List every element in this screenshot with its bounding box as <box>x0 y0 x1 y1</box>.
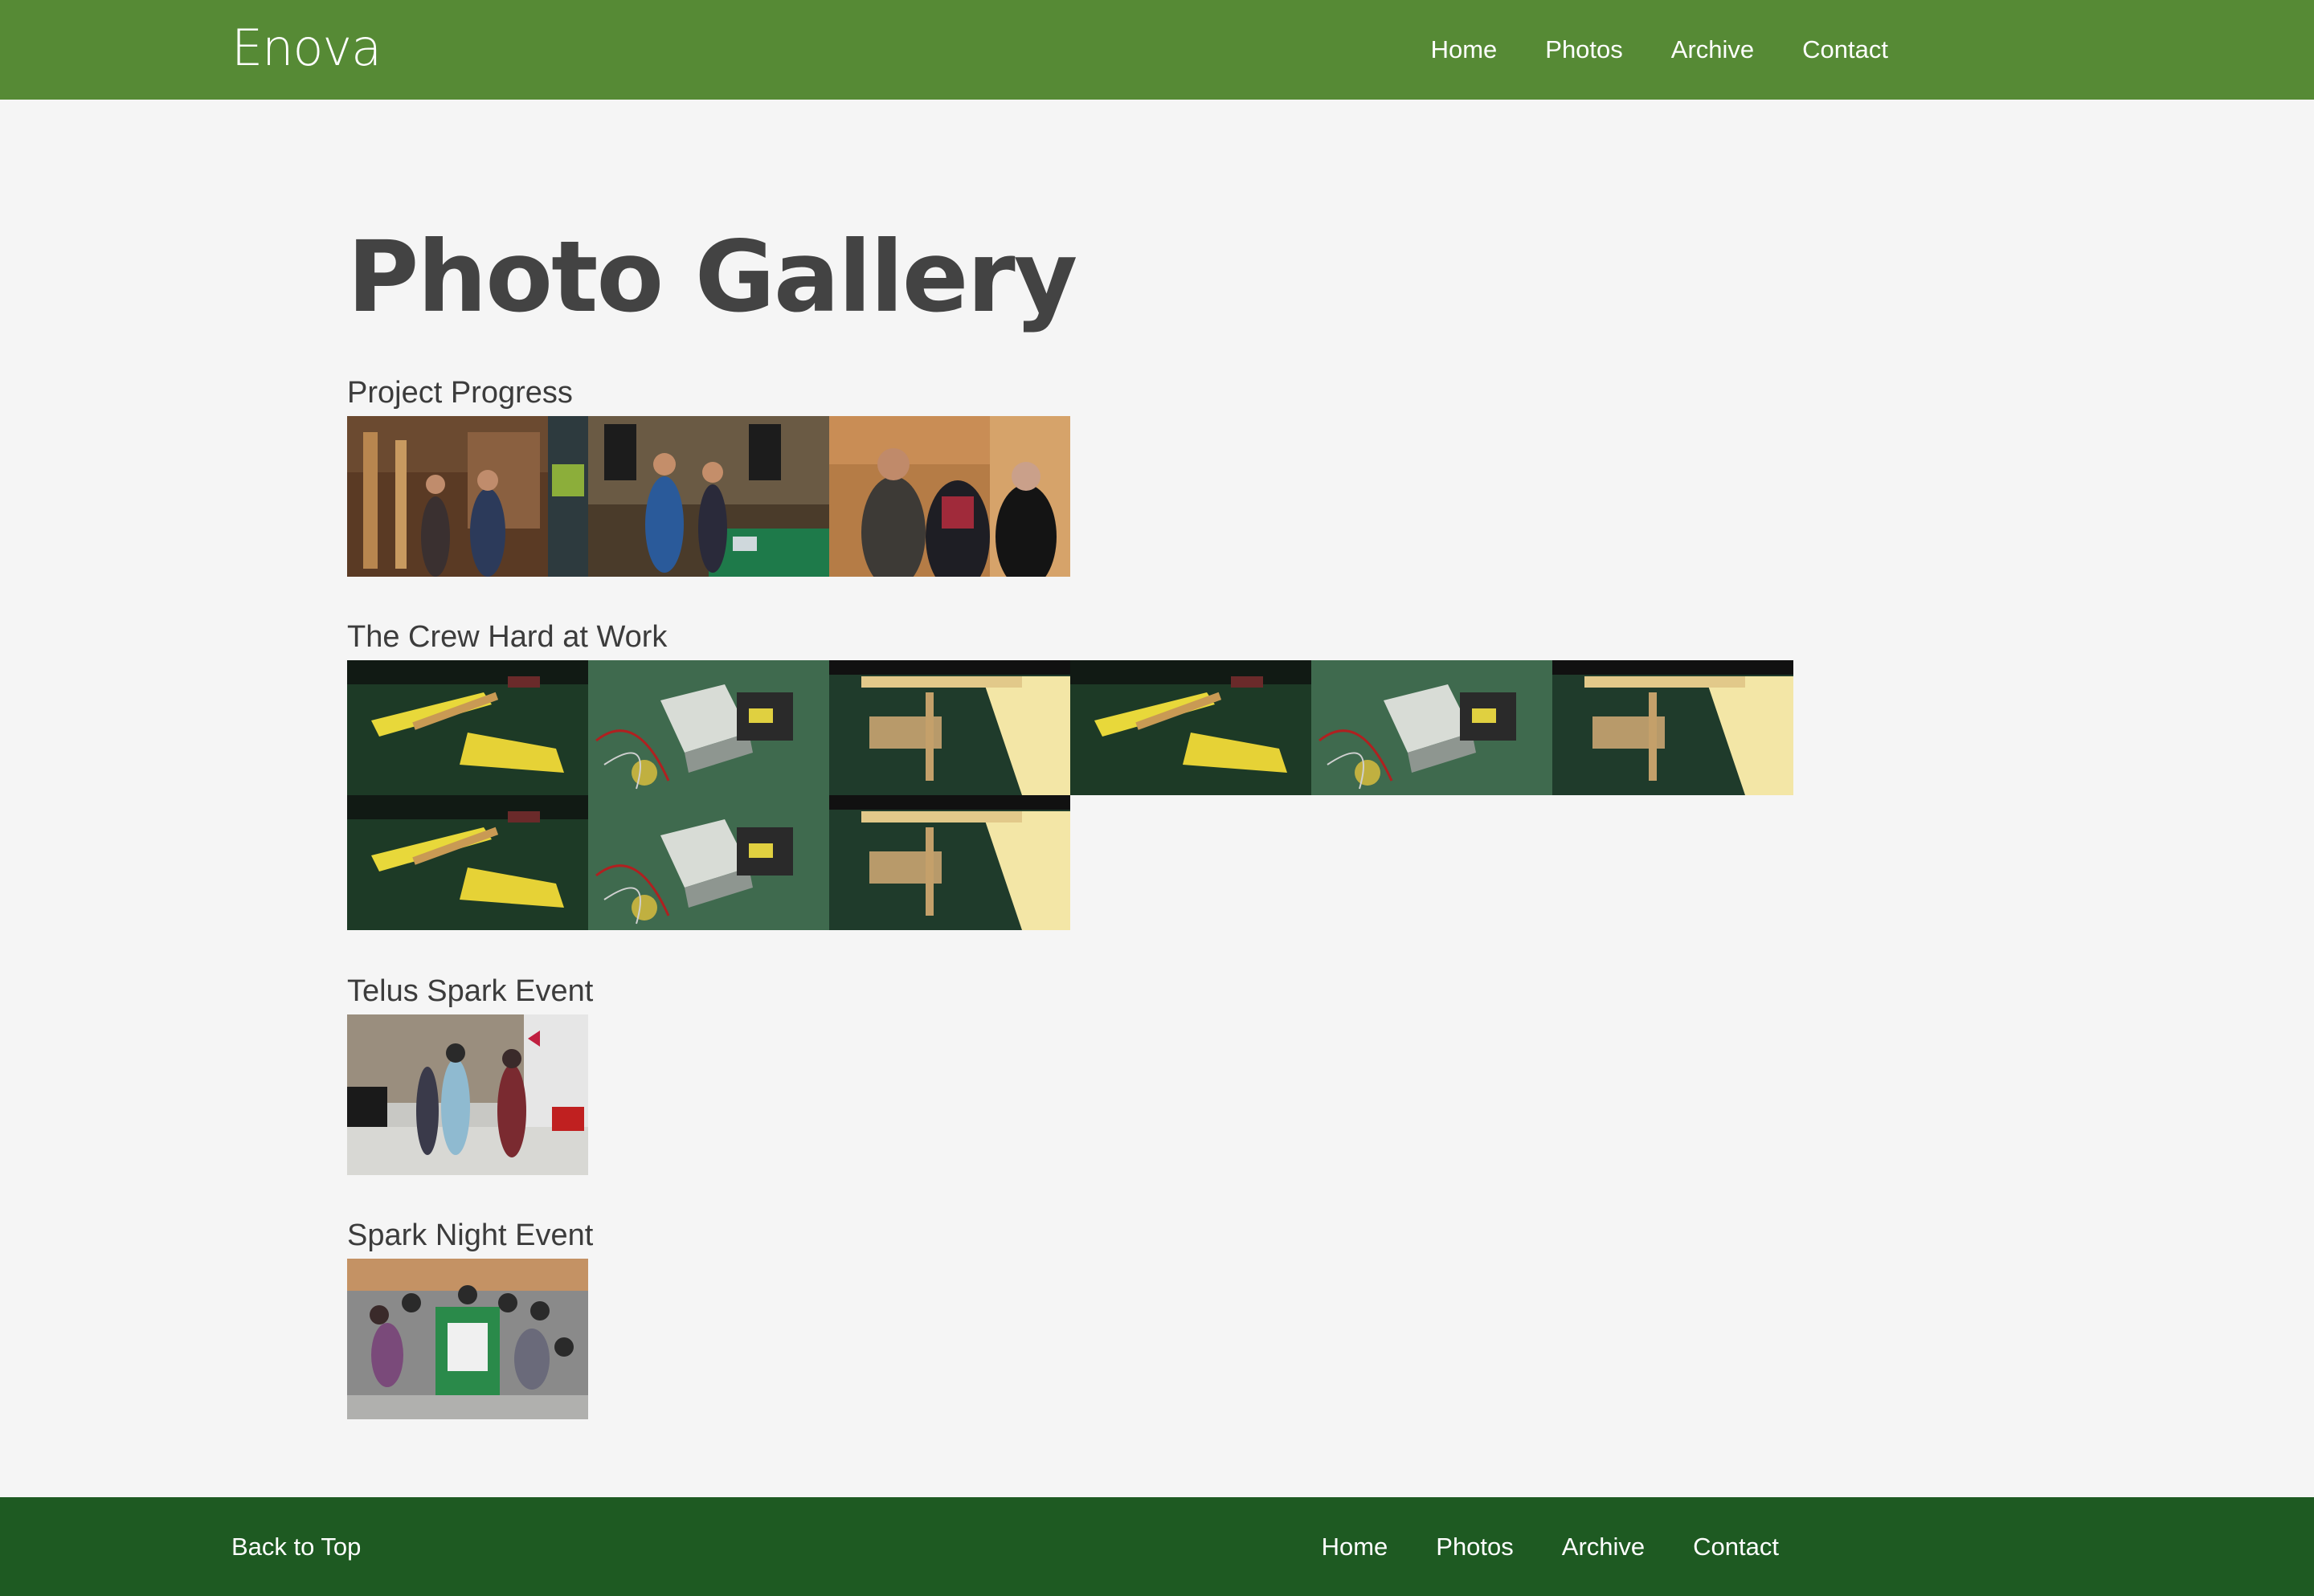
main-nav: Home Photos Archive Contact <box>1383 0 1888 100</box>
project-photo-thumb[interactable] <box>588 416 829 577</box>
craft-photo-thumb[interactable] <box>347 660 588 795</box>
soldering-photo-thumb[interactable] <box>1311 660 1552 795</box>
album-title: The Crew Hard at Work <box>347 620 668 654</box>
footer-archive-link[interactable]: Archive <box>1562 1533 1645 1561</box>
site-header: Enova Home Photos Archive Contact <box>0 0 2314 100</box>
craft-photo-thumb[interactable] <box>829 795 1070 930</box>
back-to-top-link[interactable]: Back to Top <box>231 1497 361 1596</box>
nav-home-link[interactable]: Home <box>1431 35 1498 64</box>
album-crew-hard-at-work: The Crew Hard at Work <box>347 618 1793 930</box>
craft-photo-thumb[interactable] <box>829 660 1070 795</box>
album-title: Project Progress <box>347 376 573 410</box>
site-footer: Back to Top Home Photos Archive Contact <box>0 1497 2314 1596</box>
nav-contact-link[interactable]: Contact <box>1802 35 1888 64</box>
footer-home-link[interactable]: Home <box>1322 1533 1388 1561</box>
album-spark-night-event: Spark Night Event <box>347 1217 1793 1419</box>
event-photo-thumb[interactable] <box>347 1014 588 1175</box>
project-photo-thumb[interactable] <box>829 416 1070 577</box>
group-photo-thumb[interactable] <box>347 1259 588 1419</box>
soldering-photo-thumb[interactable] <box>588 660 829 795</box>
album-title: Spark Night Event <box>347 1218 594 1252</box>
project-photo-thumb[interactable] <box>347 416 588 577</box>
nav-archive-link[interactable]: Archive <box>1671 35 1754 64</box>
craft-photo-thumb[interactable] <box>1552 660 1793 795</box>
craft-photo-thumb[interactable] <box>1070 660 1311 795</box>
page-title: Photo Gallery <box>347 220 1077 334</box>
soldering-photo-thumb[interactable] <box>588 795 829 930</box>
footer-contact-link[interactable]: Contact <box>1693 1533 1779 1561</box>
nav-photos-link[interactable]: Photos <box>1545 35 1623 64</box>
album-thumbnails <box>347 1014 1793 1175</box>
album-project-progress: Project Progress <box>347 374 1793 577</box>
album-thumbnails <box>347 660 1793 930</box>
album-thumbnails <box>347 416 1793 577</box>
footer-photos-link[interactable]: Photos <box>1436 1533 1514 1561</box>
album-thumbnails <box>347 1259 1793 1419</box>
craft-photo-thumb[interactable] <box>347 795 588 930</box>
site-brand[interactable]: Enova <box>231 0 382 100</box>
footer-nav: Home Photos Archive Contact <box>1274 1497 1779 1596</box>
album-telus-spark-event: Telus Spark Event <box>347 973 1793 1175</box>
album-title: Telus Spark Event <box>347 974 594 1008</box>
